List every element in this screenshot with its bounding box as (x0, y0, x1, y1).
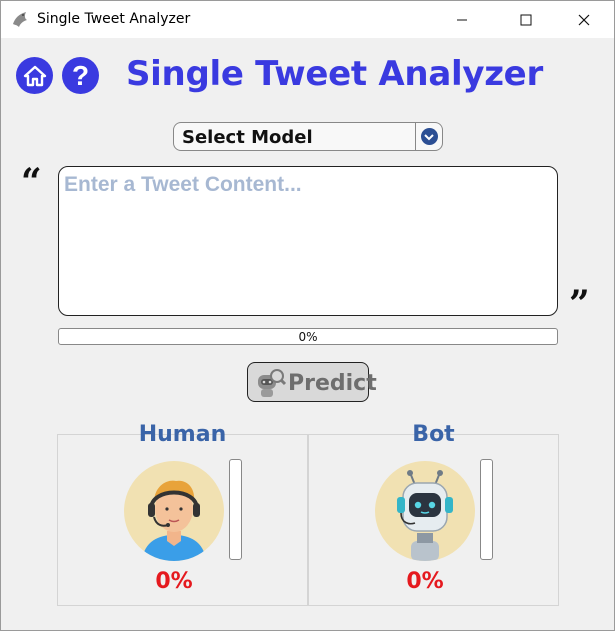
home-button[interactable] (16, 57, 53, 94)
tweet-input[interactable] (58, 166, 558, 316)
close-icon (578, 14, 590, 25)
page-title: Single Tweet Analyzer (126, 54, 543, 94)
human-avatar-icon (124, 461, 224, 561)
progress-bar: 0% (58, 328, 558, 345)
window-title: Single Tweet Analyzer (37, 11, 191, 27)
app-window: Single Tweet Analyzer ? Single Tweet Ana… (0, 0, 615, 631)
human-meter (229, 459, 242, 560)
bot-title: Bot (412, 422, 455, 447)
progress-text: 0% (298, 330, 318, 344)
model-select-label: Select Model (182, 127, 313, 148)
close-button[interactable] (561, 1, 607, 38)
bot-percent: 0% (406, 569, 444, 594)
title-bar: Single Tweet Analyzer (1, 1, 614, 38)
model-select-arrow[interactable] (415, 123, 442, 150)
chevron-down-icon (420, 128, 438, 145)
human-percent: 0% (155, 569, 193, 594)
help-icon: ? (71, 59, 90, 91)
close-quote-icon: ” (569, 283, 590, 325)
maximize-icon (520, 14, 532, 25)
bot-result-panel: Bot 0% (308, 422, 559, 606)
minimize-icon (457, 19, 467, 20)
predict-button[interactable]: Predict (247, 362, 377, 402)
bot-meter (480, 459, 493, 560)
minimize-button[interactable] (439, 1, 485, 38)
home-icon (23, 65, 46, 86)
maximize-button[interactable] (503, 1, 549, 38)
human-title: Human (138, 422, 227, 447)
robot-search-icon (258, 369, 287, 397)
human-result-panel: Human 0% (57, 422, 308, 606)
model-select[interactable]: Select Model (173, 122, 443, 151)
open-quote-icon: “ (21, 161, 42, 203)
predict-label: Predict (288, 371, 377, 396)
app-logo-icon (13, 12, 27, 27)
help-button[interactable]: ? (62, 57, 99, 94)
robot-avatar-icon (375, 461, 475, 561)
